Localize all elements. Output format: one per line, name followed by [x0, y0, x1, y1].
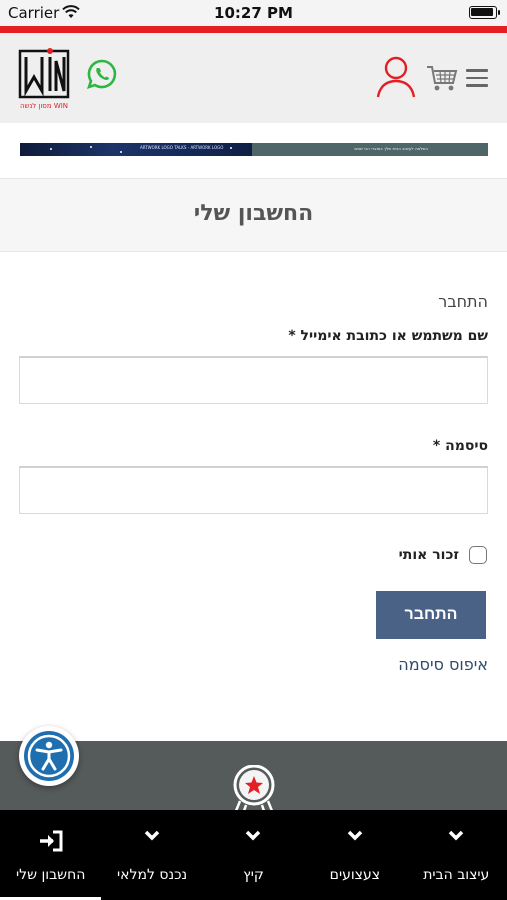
page-title: החשבון שלי [193, 201, 314, 226]
hamburger-menu-icon[interactable] [466, 69, 488, 87]
accessibility-icon [24, 731, 74, 781]
whatsapp-icon[interactable] [86, 58, 118, 90]
banner-right-panel: השלמה לעיצוב הבית שלך במוצרי הכי שווים [252, 143, 488, 156]
chevron-down-icon [347, 830, 363, 841]
nav-item-home-decor[interactable]: עיצוב הבית [406, 810, 507, 900]
promo-banner[interactable]: ARTWORK LOGO TALKS - ARTWORK LOGO השלמה … [20, 143, 488, 156]
site-logo[interactable]: מסון לנשה WIN [18, 47, 70, 113]
status-time: 10:27 PM [214, 4, 293, 22]
username-label: שם משתמש או כתובת אימייל * [288, 328, 488, 344]
award-badge-icon [233, 765, 275, 811]
battery-icon [469, 6, 500, 19]
username-input[interactable] [19, 356, 488, 404]
nav-item-label: עיצוב הבית [423, 867, 490, 883]
remember-me-row[interactable]: זכור אותי [399, 546, 487, 564]
status-bar: Carrier 10:27 PM [0, 0, 507, 26]
nav-item-summer[interactable]: קיץ [203, 810, 304, 900]
accessibility-button[interactable] [19, 726, 79, 786]
page-title-band: החשבון שלי [0, 178, 507, 252]
chevron-down-icon [449, 830, 464, 841]
nav-item-my-account[interactable]: החשבון שלי [0, 810, 101, 900]
nav-item-toys[interactable]: צעצועים [304, 810, 405, 900]
cart-icon[interactable] [426, 64, 458, 92]
banner-right-text: השלמה לעיצוב הבית שלך במוצרי הכי שווים [354, 146, 428, 151]
chevron-down-icon [246, 830, 261, 841]
site-header: מסון לנשה WIN [0, 33, 507, 123]
forgot-password-link[interactable]: איפוס סיסמה [398, 655, 488, 674]
banner-left-panel: ARTWORK LOGO TALKS - ARTWORK LOGO [20, 143, 252, 156]
password-label: סיסמה * [432, 438, 488, 454]
bottom-navigation: החשבון שלי נכנס למלאי קיץ צעצועים עיצוב … [0, 810, 507, 900]
nav-item-label: קיץ [243, 867, 264, 883]
banner-left-text: ARTWORK LOGO TALKS - ARTWORK LOGO [140, 145, 224, 150]
password-input[interactable] [19, 466, 488, 514]
nav-item-back-in-stock[interactable]: נכנס למלאי [101, 810, 202, 900]
user-icon[interactable] [376, 55, 416, 99]
remember-me-label: זכור אותי [398, 547, 459, 563]
svg-text:מסון לנשה WIN: מסון לנשה WIN [20, 102, 68, 110]
login-heading: התחבר [438, 292, 488, 311]
nav-item-label: נכנס למלאי [117, 867, 188, 883]
nav-item-label: צעצועים [329, 867, 381, 883]
remember-me-checkbox[interactable] [469, 546, 487, 564]
chevron-down-icon [144, 830, 160, 841]
login-button[interactable]: התחבר [376, 591, 486, 639]
accent-strip [0, 26, 507, 33]
login-icon [39, 830, 63, 852]
nav-item-label: החשבון שלי [15, 867, 86, 883]
